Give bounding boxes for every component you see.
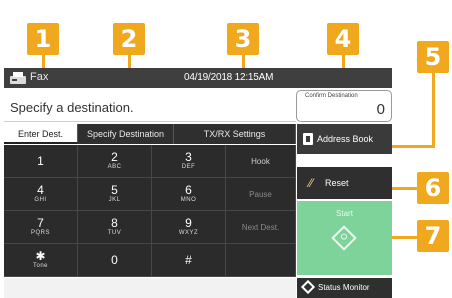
key-letters: Tone [32,263,48,269]
callout-7: 7 [417,220,449,252]
key-4[interactable]: 4 GHI [4,178,78,211]
key-letters: WXYZ [178,230,199,236]
key-label: 3 [185,150,192,164]
key-label: ✱ [35,249,46,263]
key-label: 0 [111,253,118,267]
mode-label: Fax [30,71,49,83]
destination-tabs: Enter Dest. Specify Destination TX/RX Se… [4,124,296,144]
start-label: Start [336,209,353,218]
destination-prompt: Specify a destination. [4,88,296,122]
fax-machine-icon [10,72,26,84]
key-letters: TUV [107,230,122,236]
key-hash[interactable]: # [152,244,226,277]
key-3[interactable]: 3 DEF [152,145,226,178]
tab-txrx-settings[interactable]: TX/RX Settings [174,124,296,144]
callout-5-line [432,73,435,147]
key-letters: GHI [34,197,47,203]
key-letters: MNO [180,197,197,203]
key-label: 7 [37,216,44,230]
key-letters: PQRS [30,230,50,236]
key-label: 2 [111,150,118,164]
tab-specify-destination[interactable]: Specify Destination [78,124,174,144]
key-1[interactable]: 1 [4,145,78,178]
key-label: 6 [185,183,192,197]
address-book-label: Address Book [317,134,374,144]
key-letters: ABC [107,164,122,170]
prompt-text: Specify a destination. [10,100,134,115]
key-9[interactable]: 9 WXYZ [152,211,226,244]
bottom-bar [4,278,296,298]
key-label: # [185,253,192,267]
address-book-button[interactable]: Address Book [297,124,392,154]
callout-6: 6 [417,172,449,204]
fax-control-panel: Fax 04/19/2018 12:15AM Specify a destina… [4,68,392,298]
datetime: 04/19/2018 12:15AM [184,72,274,83]
address-book-icon [303,133,313,145]
key-8[interactable]: 8 TUV [78,211,152,244]
confirm-destination-button[interactable]: Confirm Destination 0 [296,90,392,122]
key-label: 4 [37,183,44,197]
reset-label: Reset [325,178,349,188]
destination-count: 0 [376,101,385,118]
callout-1: 1 [27,23,59,55]
key-blank [226,244,296,277]
key-7[interactable]: 7 PQRS [4,211,78,244]
status-monitor-label: Status Monitor [318,283,370,292]
pause-button[interactable]: Pause [226,178,296,211]
numeric-keypad: 1 2 ABC 3 DEF Hook 4 GHI 5 JKL 6 MNO Pause 7P… [4,145,296,277]
reset-button[interactable]: ⁄⁄ Reset [297,167,392,199]
callout-4: 4 [327,23,359,55]
key-tone[interactable]: ✱ Tone [4,244,78,277]
key-label: 8 [111,216,118,230]
key-label: 1 [37,154,44,168]
key-5[interactable]: 5 JKL [78,178,152,211]
key-label: 5 [111,183,118,197]
key-letters: DEF [181,164,196,170]
reset-icon: ⁄⁄ [309,176,314,190]
tab-enter-dest[interactable]: Enter Dest. [4,124,78,144]
start-diamond-icon [331,225,357,251]
key-2[interactable]: 2 ABC [78,145,152,178]
hook-button[interactable]: Hook [226,145,296,178]
start-button[interactable]: Start [297,201,392,275]
status-monitor-icon [300,279,316,295]
key-letters: JKL [108,197,121,203]
callout-2: 2 [113,23,145,55]
callout-5: 5 [417,41,449,73]
status-monitor-button[interactable]: Status Monitor [297,278,392,298]
next-dest-button[interactable]: Next Dest. [226,211,296,244]
status-bar: Fax 04/19/2018 12:15AM [4,68,392,88]
key-6[interactable]: 6 MNO [152,178,226,211]
key-label: 9 [185,216,192,230]
confirm-destination-label: Confirm Destination [305,93,358,99]
callout-3: 3 [227,23,259,55]
key-0[interactable]: 0 [78,244,152,277]
